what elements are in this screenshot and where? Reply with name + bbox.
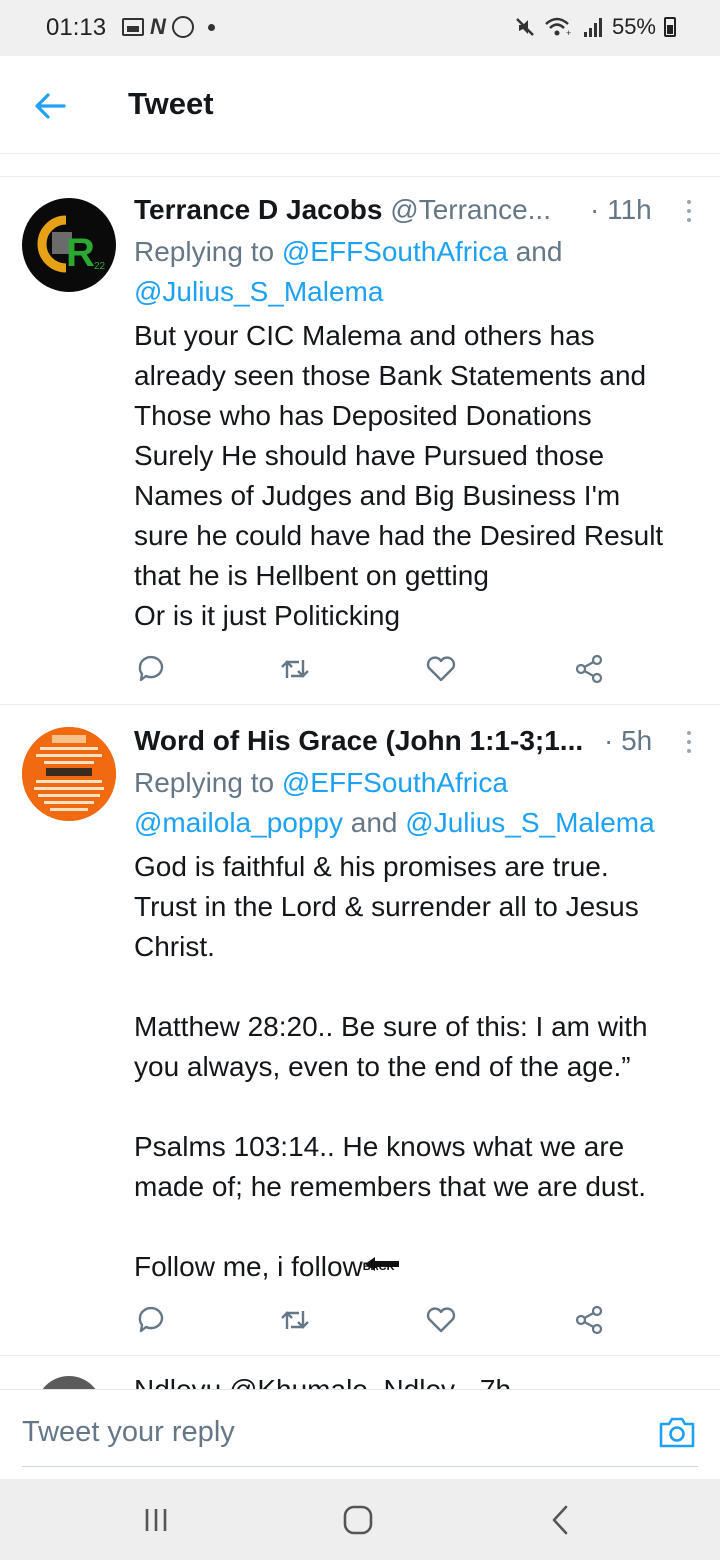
status-time: 01:13 bbox=[46, 14, 107, 41]
tweet-actions bbox=[134, 1303, 614, 1337]
author-name[interactable]: Terrance D Jacobs bbox=[134, 194, 383, 225]
system-back-icon[interactable] bbox=[540, 1503, 580, 1537]
mention-link[interactable]: @EFFSouthAfrica bbox=[282, 236, 508, 267]
avatar[interactable]: R 22 bbox=[22, 198, 116, 292]
reply-bar: Tweet your reply bbox=[0, 1389, 720, 1479]
more-options-icon[interactable] bbox=[686, 731, 692, 757]
reply-input[interactable]: Tweet your reply bbox=[22, 1416, 235, 1449]
home-icon[interactable] bbox=[338, 1503, 378, 1537]
mention-link[interactable]: @EFFSouthAfrica bbox=[282, 767, 508, 798]
author-handle[interactable]: @Terrance... bbox=[390, 194, 551, 225]
tweet-header: Terrance D Jacobs @Terrance... bbox=[134, 194, 551, 226]
mute-icon bbox=[516, 18, 534, 36]
mention-link[interactable]: @Julius_S_Malema bbox=[405, 807, 654, 838]
retweet-icon[interactable] bbox=[278, 1303, 312, 1337]
replying-to: Replying to @EFFSouthAfrica and @Julius_… bbox=[134, 232, 562, 312]
replying-prefix: Replying to bbox=[134, 767, 282, 798]
tweet-item[interactable]: R 22 Terrance D Jacobs @Terrance... · 11… bbox=[0, 178, 720, 704]
tweet-text-content: God is faithful & his promises are true.… bbox=[134, 851, 648, 1282]
avatar-image bbox=[22, 727, 116, 821]
svg-text:22: 22 bbox=[94, 261, 106, 272]
retweet-icon[interactable] bbox=[278, 652, 312, 686]
more-notifications-dot bbox=[207, 23, 215, 31]
share-icon[interactable] bbox=[572, 1303, 606, 1337]
tweet-actions bbox=[134, 652, 614, 686]
tweet-time: · 11h bbox=[590, 194, 652, 225]
tweet-header-partial: Ndlovu @Khumalo_Ndlov · 7h bbox=[134, 1374, 512, 1390]
thread-divider bbox=[0, 155, 720, 177]
tweet-item-partial[interactable]: Ndlovu @Khumalo_Ndlov · 7h bbox=[0, 1356, 720, 1390]
reply-icon[interactable] bbox=[134, 1303, 168, 1337]
replying-joiner: and bbox=[507, 236, 563, 267]
mention-link[interactable]: @Julius_S_Malema bbox=[134, 276, 383, 307]
recent-apps-icon[interactable] bbox=[136, 1503, 176, 1537]
tweet-text: God is faithful & his promises are true.… bbox=[134, 847, 704, 1287]
page-title: Tweet bbox=[128, 86, 214, 121]
tweet-text: But your CIC Malema and others has alrea… bbox=[134, 320, 664, 631]
gallery-icon bbox=[122, 18, 144, 36]
reply-icon[interactable] bbox=[134, 652, 168, 686]
author-name[interactable]: Word of His Grace (John 1:1-3;1... bbox=[134, 725, 583, 756]
system-nav-bar bbox=[0, 1479, 720, 1560]
battery-percent: 55% bbox=[611, 14, 656, 39]
replying-prefix: Replying to bbox=[134, 236, 282, 267]
whatsapp-icon bbox=[171, 16, 194, 38]
tweet-header: Word of His Grace (John 1:1-3;1... bbox=[134, 725, 583, 757]
news-app-icon: N bbox=[150, 14, 166, 39]
notification-icons: N bbox=[122, 14, 215, 40]
app-header: Tweet bbox=[0, 56, 720, 154]
svg-text:+: + bbox=[566, 28, 571, 38]
replying-to: Replying to @EFFSouthAfrica @mailola_pop… bbox=[134, 763, 655, 843]
back-sticker: BACK bbox=[363, 1257, 401, 1287]
camera-icon[interactable] bbox=[658, 1414, 696, 1450]
more-options-icon[interactable] bbox=[686, 200, 692, 226]
sticker-label: BACK bbox=[362, 1261, 395, 1273]
avatar[interactable] bbox=[22, 727, 116, 821]
status-bar: 01:13 N + 55% bbox=[0, 0, 720, 56]
like-icon[interactable] bbox=[424, 652, 458, 686]
tweet-item[interactable]: Word of His Grace (John 1:1-3;1... · 5h … bbox=[0, 705, 720, 1355]
svg-text:R: R bbox=[66, 231, 95, 275]
battery-icon bbox=[664, 17, 676, 37]
share-icon[interactable] bbox=[572, 652, 606, 686]
like-icon[interactable] bbox=[424, 1303, 458, 1337]
avatar-logo: R 22 bbox=[37, 215, 106, 275]
replying-joiner: and bbox=[343, 807, 406, 838]
signal-icon bbox=[583, 18, 602, 37]
wifi-icon: + bbox=[545, 17, 571, 38]
status-right: + 55% bbox=[514, 14, 676, 40]
mention-link[interactable]: @mailola_poppy bbox=[134, 807, 343, 838]
tweet-time: · 5h bbox=[604, 725, 653, 756]
back-arrow-icon[interactable] bbox=[30, 86, 70, 126]
avatar[interactable] bbox=[36, 1376, 102, 1390]
reply-input-underline bbox=[22, 1466, 698, 1467]
